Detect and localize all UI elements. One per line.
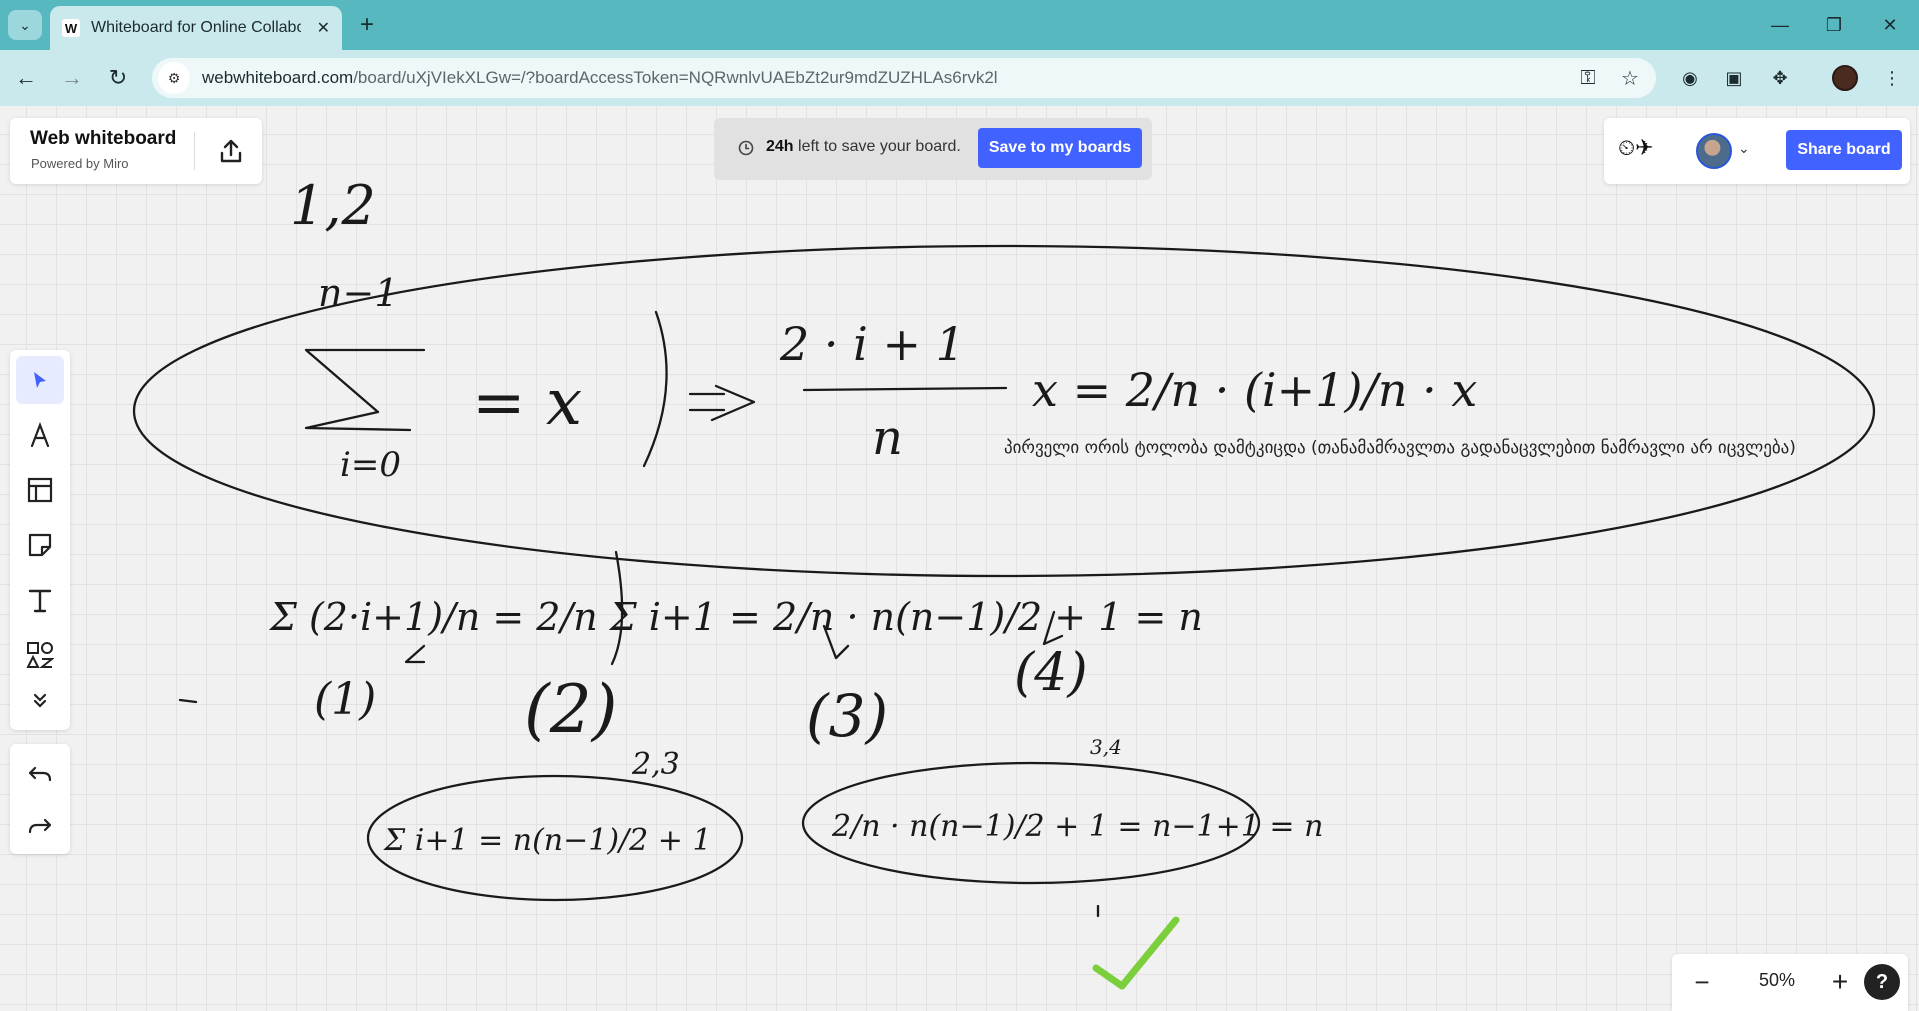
clock-icon <box>738 140 754 156</box>
undo-icon[interactable] <box>16 750 64 798</box>
url-text: webwhiteboard.com/board/uXjVIekXLGw=/?bo… <box>202 68 998 87</box>
ink-label-3-4: 3,4 <box>1090 735 1122 759</box>
georgian-note: პირველი ორის ტოლობა დამტკიცდა (თანამამრა… <box>1004 438 1796 458</box>
browser-tab[interactable]: W Whiteboard for Online Collabor ✕ <box>50 6 342 50</box>
ink-rhs: x = 2/n · (i+1)/n · x <box>1032 363 1477 417</box>
ink-label-3: (3) <box>806 682 888 750</box>
ink-arrow-1 <box>404 644 426 664</box>
sticky-note-icon[interactable] <box>16 521 64 569</box>
ink-fraction-numerator: 2 · i + 1 <box>779 317 965 371</box>
ink-ellipse-left-text: Σ i+1 = n(n−1)/2 + 1 <box>383 823 712 858</box>
minimize-icon[interactable]: — <box>1762 10 1798 40</box>
help-icon[interactable]: ? <box>1864 964 1900 1000</box>
ink-label-2: (2) <box>524 671 618 748</box>
bookmark-star-icon[interactable]: ☆ <box>1614 62 1646 94</box>
templates-icon[interactable] <box>16 466 64 514</box>
forward-icon[interactable]: → <box>54 60 90 96</box>
browser-toolbar: ← → ↻ ⚙ webwhiteboard.com/board/uXjVIekX… <box>0 50 1919 106</box>
address-bar[interactable]: ⚙ webwhiteboard.com/board/uXjVIekXLGw=/?… <box>152 58 1656 98</box>
select-tool-icon[interactable] <box>16 356 64 404</box>
brand-panel: Web whiteboard Powered by Miro <box>10 118 262 184</box>
save-reminder-banner: 24h left to save your board. Save to my … <box>714 118 1152 180</box>
timer-icon[interactable]: ⏲✈ <box>1618 136 1674 166</box>
extension-icon[interactable]: ◉ <box>1674 62 1706 94</box>
zoom-out-icon[interactable]: − <box>1684 964 1720 1000</box>
handwriting-layer: 1,2 n−1 i=0 = x 2 · i + 1 n x = 2/n · (i… <box>132 174 1876 990</box>
site-info-icon[interactable]: ⚙ <box>158 62 190 94</box>
ink-label-2-3: 2,3 <box>631 747 680 782</box>
redo-icon[interactable] <box>16 802 64 850</box>
ink-equals-x: = x <box>472 366 582 440</box>
tab-close-icon[interactable]: ✕ <box>317 18 330 38</box>
tool-panel <box>10 350 70 730</box>
ink-label-1: (1) <box>314 674 376 725</box>
restore-icon[interactable]: ❐ <box>1816 10 1852 40</box>
ink-fraction-bar <box>802 386 1008 392</box>
text-tool-icon[interactable] <box>16 576 64 624</box>
save-reminder-text: 24h left to save your board. <box>766 138 961 155</box>
new-tab-icon[interactable]: + <box>352 10 382 40</box>
green-checkmark <box>1092 916 1180 990</box>
ink-sum-lower: i=0 <box>340 445 401 485</box>
ink-implies-arrow <box>688 384 756 422</box>
back-icon[interactable]: ← <box>8 60 44 96</box>
brand-subtitle: Powered by Miro <box>31 156 129 171</box>
user-avatar[interactable] <box>1696 133 1732 169</box>
profile-avatar[interactable] <box>1832 65 1858 91</box>
ink-label-1-2: 1,2 <box>290 174 376 237</box>
more-tools-chevron-icon[interactable] <box>16 680 64 720</box>
chevron-down-icon[interactable]: ⌄ <box>1738 140 1750 157</box>
zoom-level: 50% <box>1758 970 1796 990</box>
zoom-in-icon[interactable]: + <box>1822 964 1858 1000</box>
tab-title: Whiteboard for Online Collabor <box>91 19 301 36</box>
browser-tab-strip: ⌄ W Whiteboard for Online Collabor ✕ + —… <box>0 0 1919 50</box>
history-panel <box>10 744 70 854</box>
close-window-icon[interactable]: ✕ <box>1872 10 1908 40</box>
zoom-controls: − 50% + ? <box>1672 954 1908 1011</box>
divider <box>194 132 195 170</box>
ink-line2: Σ (2·i+1)/n = 2/n Σ i+1 = 2/n · n(n−1)/2… <box>268 595 1203 639</box>
pen-tool-icon[interactable] <box>16 411 64 459</box>
whiteboard-canvas[interactable]: 1,2 n−1 i=0 = x 2 · i + 1 n x = 2/n · (i… <box>0 106 1919 1011</box>
ink-fraction-denominator: n <box>872 410 903 466</box>
share-board-button[interactable]: Share board <box>1786 130 1902 170</box>
brand-title: Web whiteboard <box>30 128 177 149</box>
browser-menu-icon[interactable]: ⋮ <box>1876 62 1908 94</box>
ink-dash <box>178 698 198 704</box>
extension-icon[interactable]: ▣ <box>1718 62 1750 94</box>
tab-favicon: W <box>62 19 80 37</box>
shapes-icon[interactable] <box>16 631 64 679</box>
extensions-puzzle-icon[interactable]: ✥ <box>1764 62 1796 94</box>
save-to-my-boards-button[interactable]: Save to my boards <box>978 128 1142 168</box>
ink-sum-upper: n−1 <box>318 271 399 315</box>
ink-ellipse-right-text: 2/n · n(n−1)/2 + 1 = n−1+1 = n <box>831 809 1323 844</box>
tab-search-chevron-icon[interactable]: ⌄ <box>8 10 42 40</box>
export-icon[interactable] <box>214 134 248 168</box>
collaboration-panel: ⏲✈ ⌄ Share board <box>1604 118 1910 184</box>
ink-label-4: (4) <box>1014 643 1088 703</box>
password-key-icon[interactable]: ⚿ <box>1572 62 1604 94</box>
ink-bracket <box>642 310 668 468</box>
reload-icon[interactable]: ↻ <box>100 60 136 96</box>
ink-sigma <box>304 348 426 432</box>
